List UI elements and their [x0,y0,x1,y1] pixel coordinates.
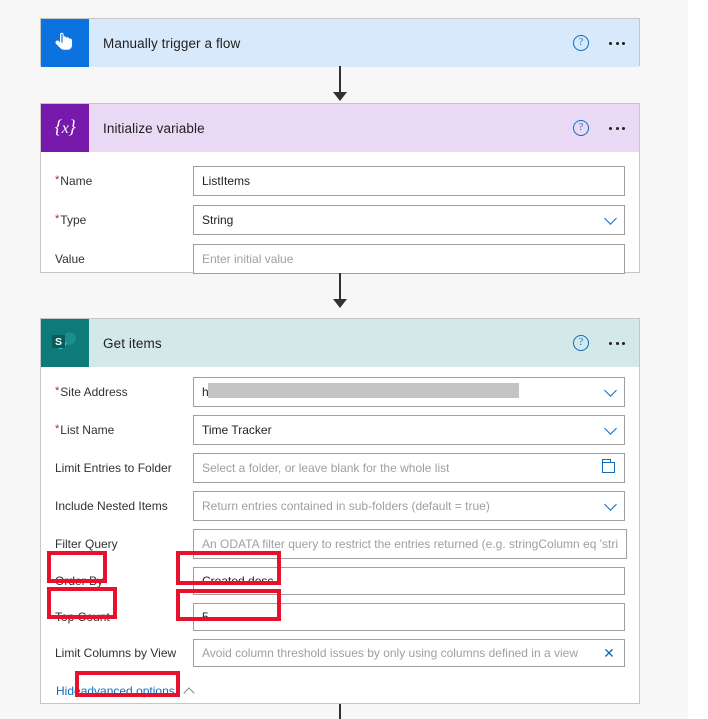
name-input[interactable]: ListItems [193,165,625,196]
field-label-filter-query: Filter Query [55,537,118,551]
card-header[interactable]: Manually trigger a flow ? [41,19,639,67]
field-row-name: *Name ListItems [55,161,625,200]
card-initialize-variable[interactable]: {x} Initialize variable ? *Name ListItem… [40,103,640,274]
card-title: Initialize variable [103,120,205,136]
limit-columns-by-view-input[interactable]: Avoid column threshold issues by only us… [193,639,625,667]
redaction-bar [208,383,519,398]
field-label-limit-entries-to-folder: Limit Entries to Folder [55,461,172,475]
type-dropdown-value: String [202,212,234,227]
clear-icon[interactable]: ✕ [602,646,616,660]
connector-line-3 [339,704,341,719]
field-label-type: *Type [55,212,87,227]
site-address-dropdown[interactable]: h [193,377,625,407]
folder-icon[interactable] [601,459,615,473]
card-header-actions: ? [573,19,625,67]
field-row-type: *Type String [55,200,625,239]
chevron-down-icon[interactable] [604,498,617,511]
chevron-down-icon[interactable] [604,422,617,435]
value-input-placeholder: Enter initial value [202,251,294,266]
field-label-include-nested-items: Include Nested Items [55,499,168,513]
more-options-icon[interactable] [609,123,625,134]
connector-line-1 [339,66,341,94]
card-manually-trigger-a-flow[interactable]: Manually trigger a flow ? [40,18,640,67]
top-count-value: 5 [202,610,209,624]
required-asterisk: * [55,173,60,186]
chevron-down-icon[interactable] [604,211,617,225]
field-row-site-address: *Site Address h [55,373,625,411]
sharepoint-icon: S [41,319,89,367]
list-name-dropdown[interactable]: Time Tracker [193,415,625,445]
chevron-up-icon[interactable] [183,686,195,699]
connector-line-2 [339,273,341,301]
card-body: *Name ListItems *Type String Value Enter… [41,152,639,278]
card-header[interactable]: {x} Initialize variable ? [41,104,639,152]
field-label-site-address: *Site Address [55,385,128,399]
card-header[interactable]: S Get items ? [41,319,639,367]
card-get-items[interactable]: S Get items ? *Site Address h *List Name… [40,318,640,704]
help-icon[interactable]: ? [573,35,589,51]
filter-query-placeholder: An ODATA filter query to restrict the en… [202,537,619,551]
connector-arrow-1 [333,92,347,101]
required-asterisk: * [55,385,60,397]
include-nested-items-dropdown[interactable]: Return entries contained in sub-folders … [193,491,625,521]
connector-arrow-2 [333,299,347,308]
hide-advanced-options-prefix[interactable]: Hide [56,684,81,698]
field-label-list-name: *List Name [55,423,115,437]
include-nested-items-placeholder: Return entries contained in sub-folders … [202,499,490,513]
svg-text:S: S [55,336,62,348]
order-by-value: Created desc [202,574,274,588]
list-name-value: Time Tracker [202,423,272,437]
field-label-value: Value [55,251,85,266]
card-header-actions: ? [573,104,625,152]
name-input-value: ListItems [202,173,251,188]
limit-columns-by-view-placeholder: Avoid column threshold issues by only us… [202,646,578,660]
flow-designer-canvas: Manually trigger a flow ? {x} Initialize… [0,0,688,719]
order-by-input[interactable]: Created desc [193,567,625,595]
chevron-down-icon[interactable] [604,384,617,397]
type-dropdown[interactable]: String [193,204,625,235]
field-row-include-nested-items: Include Nested Items Return entries cont… [55,487,625,525]
card-title: Get items [103,335,162,351]
filter-query-input[interactable]: An ODATA filter query to restrict the en… [193,529,628,559]
required-asterisk: * [55,423,60,435]
limit-entries-to-folder-placeholder: Select a folder, or leave blank for the … [202,461,450,475]
hide-advanced-options-link[interactable]: advanced options [81,684,175,698]
field-row-filter-query: Filter Query An ODATA filter query to re… [55,525,628,563]
help-icon[interactable]: ? [573,120,589,136]
field-row-limit-columns-by-view: Limit Columns by View Avoid column thres… [55,635,625,671]
field-label-top-count: Top Count [55,610,110,624]
card-body: *Site Address h *List Name Time Tracker [41,367,639,711]
field-label-name: *Name [55,173,93,188]
touch-pointer-icon [41,19,89,67]
more-options-icon[interactable] [609,38,625,49]
field-row-order-by: Order By Created desc [55,563,625,599]
required-asterisk: * [55,212,60,225]
help-icon[interactable]: ? [573,335,589,351]
field-label-limit-columns-by-view: Limit Columns by View [55,646,177,660]
page-right-gutter [688,0,708,719]
card-header-actions: ? [573,319,625,367]
top-count-input[interactable]: 5 [193,603,625,631]
variable-braces-icon: {x} [41,104,89,152]
field-row-limit-entries-to-folder: Limit Entries to Folder Select a folder,… [55,449,625,487]
field-row-top-count: Top Count 5 [55,599,625,635]
more-options-icon[interactable] [609,338,625,349]
card-title: Manually trigger a flow [103,35,241,51]
field-label-order-by: Order By [55,574,104,588]
limit-entries-to-folder-input[interactable]: Select a folder, or leave blank for the … [193,453,625,483]
value-input[interactable]: Enter initial value [193,243,625,274]
field-row-list-name: *List Name Time Tracker [55,411,625,449]
